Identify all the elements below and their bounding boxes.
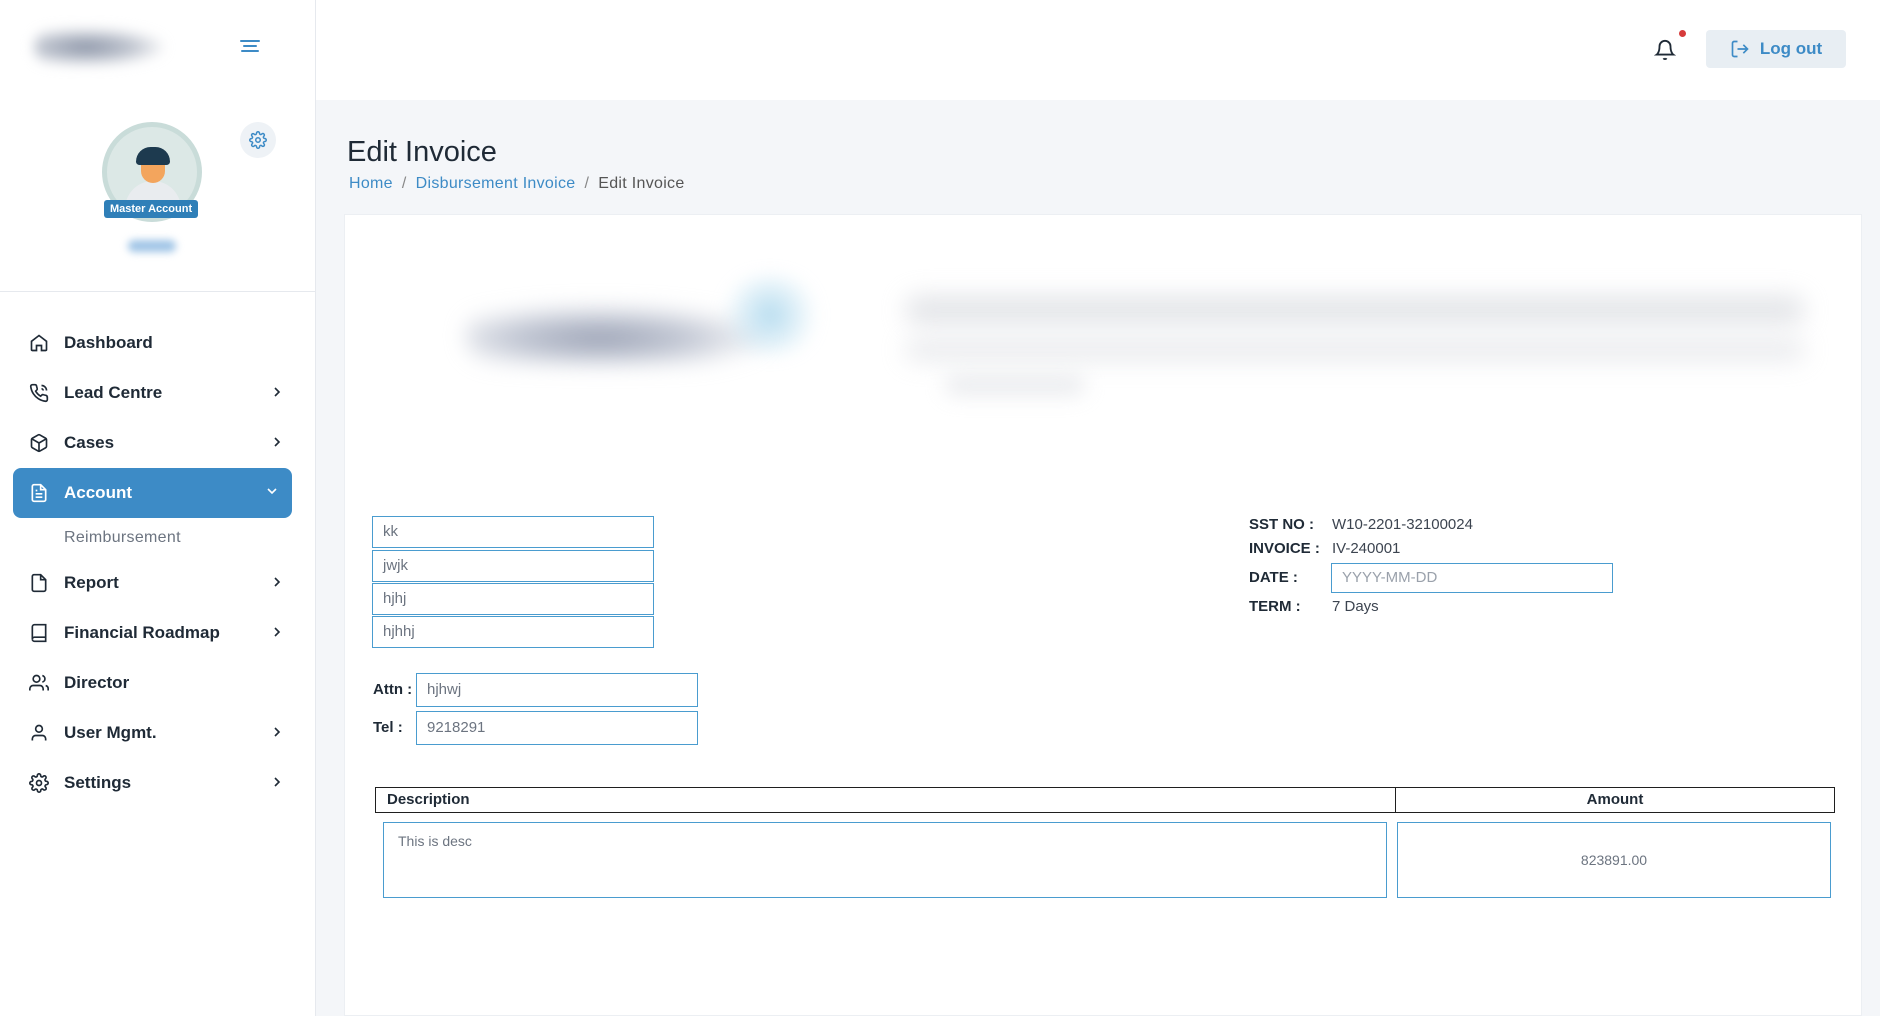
sidebar-item-cases[interactable]: Cases	[0, 418, 316, 468]
sst-label: SST NO :	[1249, 516, 1315, 533]
page-title: Edit Invoice	[347, 136, 497, 168]
bell-icon	[1653, 40, 1677, 61]
amount-header: Amount	[1586, 791, 1644, 808]
menu-toggle-icon[interactable]	[240, 40, 260, 56]
sidebar-item-label: Settings	[64, 773, 132, 792]
amount-input[interactable]: 823891.00	[1397, 822, 1831, 898]
book-icon	[31, 623, 47, 643]
profile-section: Master Account	[0, 100, 316, 292]
sidebar-item-settings[interactable]: Settings	[0, 758, 316, 808]
sidebar-item-label: Report	[64, 573, 119, 592]
sidebar-item-label: Lead Centre	[64, 383, 163, 402]
term-label: TERM :	[1249, 598, 1301, 615]
gear-icon	[249, 131, 267, 149]
sidebar-item-label: User Mgmt.	[64, 723, 157, 742]
sidebar-item-lead-centre[interactable]: Lead Centre	[0, 368, 316, 418]
sidebar-item-director[interactable]: Director	[0, 658, 316, 708]
logout-icon	[1731, 40, 1749, 58]
term-value: 7 Days	[1332, 598, 1379, 615]
logout-label: Log out	[1759, 39, 1823, 58]
sst-value: W10-2201-32100024	[1332, 516, 1473, 533]
user-icon	[31, 724, 47, 741]
sidebar-nav: Dashboard Lead Centre Cases Account Reim…	[0, 318, 316, 808]
account-badge: Master Account	[104, 200, 199, 218]
address-line-4-input[interactable]: hjhhj	[372, 616, 654, 648]
sidebar-item-report[interactable]: Report	[0, 558, 316, 608]
company-logo[interactable]	[34, 28, 164, 66]
sidebar-item-label: Account	[64, 483, 132, 502]
company-info-blur	[905, 295, 1805, 325]
file-icon	[31, 573, 47, 593]
chevron-right-icon	[274, 577, 281, 587]
document-icon	[31, 483, 47, 503]
sidebar-item-financial-roadmap[interactable]: Financial Roadmap	[0, 608, 316, 658]
chevron-right-icon	[274, 437, 281, 447]
sidebar-item-dashboard[interactable]: Dashboard	[0, 318, 316, 368]
sidebar-item-label: Dashboard	[64, 333, 153, 352]
notifications-button[interactable]	[1653, 30, 1686, 64]
invoice-label: INVOICE :	[1249, 540, 1320, 557]
date-label: DATE :	[1249, 569, 1298, 586]
description-header: Description	[376, 788, 1396, 812]
user-name	[128, 240, 176, 252]
profile-settings-button[interactable]	[240, 122, 276, 158]
logout-button[interactable]: Log out	[1706, 30, 1846, 68]
chevron-right-icon	[274, 777, 281, 787]
description-textarea[interactable]: This is desc	[383, 822, 1387, 898]
box-icon	[30, 433, 48, 453]
attn-label: Attn :	[373, 681, 413, 698]
breadcrumb: Home / Disbursement Invoice / Edit Invoice	[349, 175, 685, 192]
sidebar: Master Account Dashboard Lead Centre Cas…	[0, 0, 316, 1016]
sidebar-subitem-reimbursement[interactable]: Reimbursement	[0, 518, 316, 558]
sidebar-item-label: Director	[64, 673, 130, 692]
breadcrumb-disbursement-invoice[interactable]: Disbursement Invoice	[416, 175, 576, 192]
phone-icon	[29, 383, 49, 403]
tel-input[interactable]: 9218291	[416, 711, 698, 745]
chevron-right-icon	[274, 627, 281, 637]
breadcrumb-current: Edit Invoice	[598, 175, 685, 192]
invoice-card: kk jwjk hjhj hjhhj Attn : hjhwj Tel : 92…	[344, 214, 1862, 1016]
sidebar-item-account[interactable]: Account	[13, 468, 292, 518]
tel-label: Tel :	[373, 719, 403, 736]
breadcrumb-home[interactable]: Home	[349, 175, 393, 192]
users-icon	[29, 674, 49, 691]
sidebar-item-label: Financial Roadmap	[64, 623, 220, 642]
top-bar: Log out	[316, 0, 1880, 100]
notification-dot	[1679, 30, 1686, 37]
chevron-down-icon	[267, 488, 277, 495]
invoice-number: IV-240001	[1332, 540, 1401, 557]
sidebar-item-user-mgmt[interactable]: User Mgmt.	[0, 708, 316, 758]
address-line-1-input[interactable]: kk	[372, 516, 654, 548]
chevron-right-icon	[274, 727, 281, 737]
attn-input[interactable]: hjhwj	[416, 673, 698, 707]
gear-icon	[29, 773, 49, 793]
chevron-right-icon	[274, 387, 281, 397]
logo-area	[0, 0, 315, 100]
sidebar-item-label: Cases	[64, 433, 115, 452]
home-icon	[30, 334, 48, 352]
date-input[interactable]: YYYY-MM-DD	[1331, 563, 1613, 593]
address-line-3-input[interactable]: hjhj	[372, 583, 654, 615]
invoice-table-header: Description Amount	[375, 787, 1835, 813]
address-line-2-input[interactable]: jwjk	[372, 550, 654, 582]
